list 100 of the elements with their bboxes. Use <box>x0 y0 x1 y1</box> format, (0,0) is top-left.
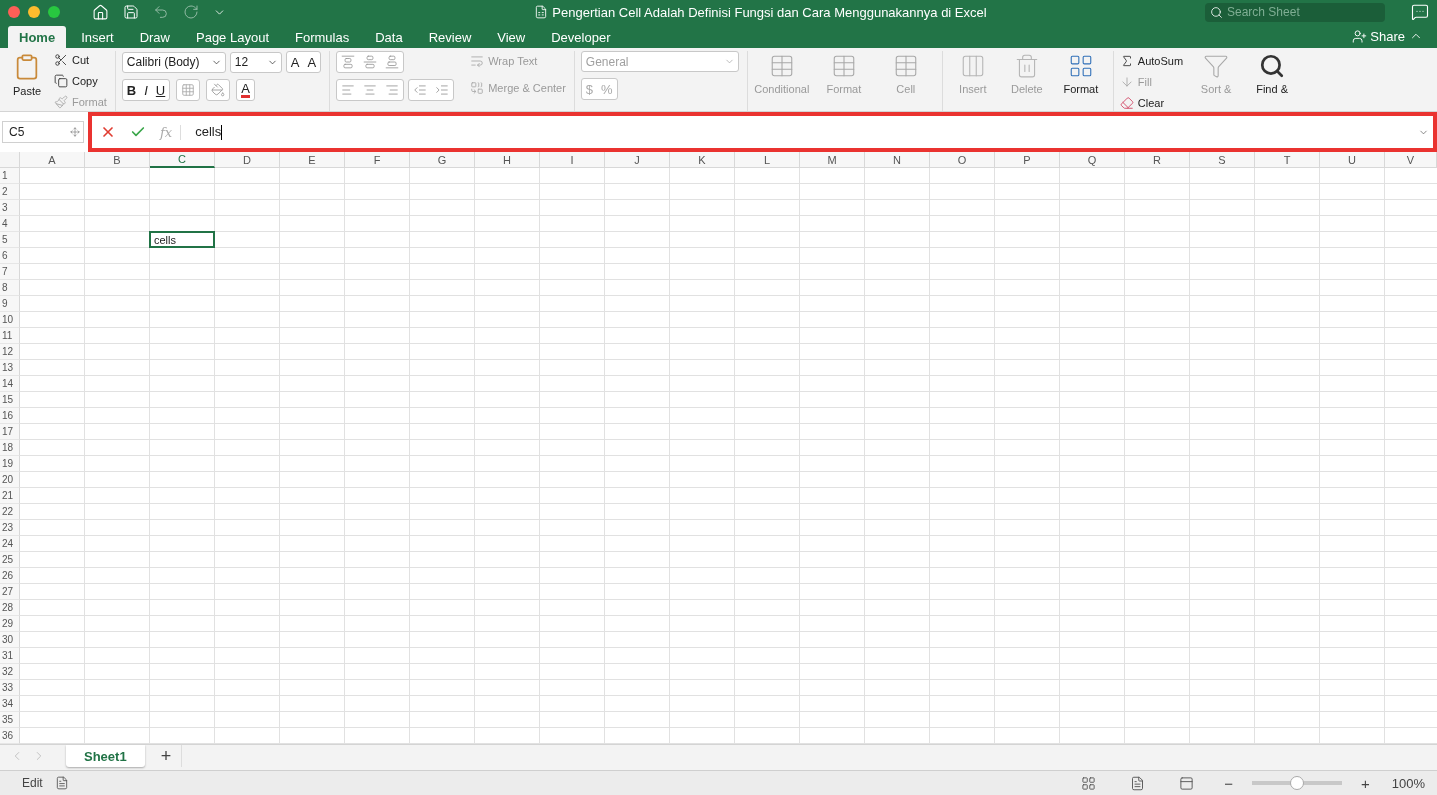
normal-view-icon[interactable] <box>1081 775 1097 791</box>
column-header[interactable]: I <box>540 152 605 168</box>
paste-button[interactable]: Paste <box>6 51 48 111</box>
ribbon-tab[interactable]: Draw <box>128 26 181 48</box>
home-icon[interactable] <box>92 3 109 21</box>
cells-button[interactable]: Format <box>1056 51 1105 111</box>
feedback-icon[interactable] <box>1411 3 1429 21</box>
column-header[interactable]: P <box>995 152 1060 168</box>
row-header[interactable]: 15 <box>0 392 20 408</box>
row-header[interactable]: 8 <box>0 280 20 296</box>
borders-button[interactable] <box>176 79 201 101</box>
row-header[interactable]: 2 <box>0 184 20 200</box>
page-break-view-icon[interactable] <box>1179 775 1195 791</box>
column-header[interactable]: B <box>85 152 150 168</box>
name-box[interactable]: C5 <box>2 121 84 143</box>
row-header[interactable]: 30 <box>0 632 20 648</box>
row-header[interactable]: 14 <box>0 376 20 392</box>
clipboard-button[interactable]: Copy <box>54 71 107 91</box>
row-header[interactable]: 21 <box>0 488 20 504</box>
sheet-tab[interactable]: Sheet1 <box>66 745 145 767</box>
table-cell[interactable]: cells <box>149 231 215 248</box>
row-header[interactable]: 27 <box>0 584 20 600</box>
fill-color-button[interactable] <box>206 79 231 101</box>
zoom-thumb[interactable] <box>1290 776 1304 790</box>
row-header[interactable]: 6 <box>0 248 20 264</box>
indent-buttons[interactable] <box>408 79 455 101</box>
ribbon-tab[interactable]: View <box>486 26 537 48</box>
search-field[interactable]: Search Sheet <box>1205 2 1385 22</box>
vertical-align-buttons[interactable] <box>336 51 405 73</box>
ribbon-tab[interactable]: Review <box>417 26 483 48</box>
share-button[interactable]: Share <box>1352 29 1409 44</box>
column-header[interactable]: D <box>215 152 280 168</box>
row-header[interactable]: 7 <box>0 264 20 280</box>
row-header[interactable]: 25 <box>0 552 20 568</box>
column-header[interactable]: O <box>930 152 995 168</box>
cancel-icon[interactable] <box>100 124 116 140</box>
row-header[interactable]: 32 <box>0 664 20 680</box>
editing-button[interactable]: AutoSum <box>1119 51 1184 70</box>
column-header[interactable]: G <box>410 152 475 168</box>
column-header[interactable]: H <box>475 152 540 168</box>
save-icon[interactable] <box>123 4 139 20</box>
row-header[interactable]: 16 <box>0 408 20 424</box>
column-header[interactable]: T <box>1255 152 1320 168</box>
row-header[interactable]: 36 <box>0 728 20 744</box>
row-header[interactable]: 4 <box>0 216 20 232</box>
ribbon-tab[interactable]: Page Layout <box>185 26 280 48</box>
add-sheet-button[interactable]: + <box>150 745 183 767</box>
column-header[interactable]: Q <box>1060 152 1125 168</box>
minimize-button[interactable] <box>28 6 40 18</box>
row-header[interactable]: 18 <box>0 440 20 456</box>
column-header[interactable]: U <box>1320 152 1385 168</box>
font-color-button[interactable]: A <box>236 79 255 101</box>
row-header[interactable]: 22 <box>0 504 20 520</box>
row-header[interactable]: 35 <box>0 712 20 728</box>
column-header[interactable]: L <box>735 152 800 168</box>
font-size-field[interactable]: 12 <box>229 51 282 73</box>
ribbon-tab[interactable]: Developer <box>540 26 622 48</box>
ribbon-tab[interactable]: Formulas <box>284 26 361 48</box>
page-layout-view-icon[interactable] <box>1130 775 1146 791</box>
horizontal-align-buttons[interactable] <box>336 79 405 101</box>
row-header[interactable]: 20 <box>0 472 20 488</box>
row-header[interactable]: 9 <box>0 296 20 312</box>
row-header[interactable]: 13 <box>0 360 20 376</box>
column-header[interactable]: R <box>1125 152 1190 168</box>
row-header[interactable]: 12 <box>0 344 20 360</box>
row-header[interactable]: 33 <box>0 680 20 696</box>
clipboard-button[interactable]: Cut <box>54 51 107 70</box>
editing-button[interactable]: Find & <box>1249 51 1296 95</box>
row-header[interactable]: 24 <box>0 536 20 552</box>
row-header[interactable]: 23 <box>0 520 20 536</box>
ribbon-tab[interactable]: Home <box>8 26 67 48</box>
ribbon-tab[interactable]: Data <box>364 26 414 48</box>
row-header[interactable]: 19 <box>0 456 20 472</box>
row-header[interactable]: 3 <box>0 200 20 216</box>
close-button[interactable] <box>8 6 20 18</box>
editing-button[interactable]: Clear <box>1119 93 1184 111</box>
row-header[interactable]: 5 <box>0 232 20 248</box>
row-header[interactable]: 34 <box>0 696 20 712</box>
row-header[interactable]: 11 <box>0 328 20 344</box>
zoom-out-button[interactable]: − <box>1224 774 1233 792</box>
column-header[interactable]: E <box>280 152 345 168</box>
row-header[interactable]: 28 <box>0 600 20 616</box>
style-buttons[interactable]: B I U <box>121 79 171 101</box>
font-size-buttons[interactable]: A A <box>285 51 322 73</box>
zoom-in-button[interactable]: + <box>1361 774 1370 792</box>
zoom-button[interactable] <box>48 6 60 18</box>
row-header[interactable]: 29 <box>0 616 20 632</box>
redo-icon[interactable] <box>183 4 199 20</box>
column-header[interactable]: S <box>1190 152 1255 168</box>
undo-icon[interactable] <box>153 4 169 20</box>
formula-input[interactable]: cells <box>195 123 1433 141</box>
column-header[interactable]: A <box>20 152 85 168</box>
row-header[interactable]: 10 <box>0 312 20 328</box>
column-header[interactable]: J <box>605 152 670 168</box>
column-header[interactable]: F <box>345 152 410 168</box>
row-header[interactable]: 1 <box>0 168 20 184</box>
column-header[interactable]: C <box>150 152 215 168</box>
column-header[interactable]: K <box>670 152 735 168</box>
column-header[interactable]: V <box>1385 152 1437 168</box>
column-header[interactable]: N <box>865 152 930 168</box>
